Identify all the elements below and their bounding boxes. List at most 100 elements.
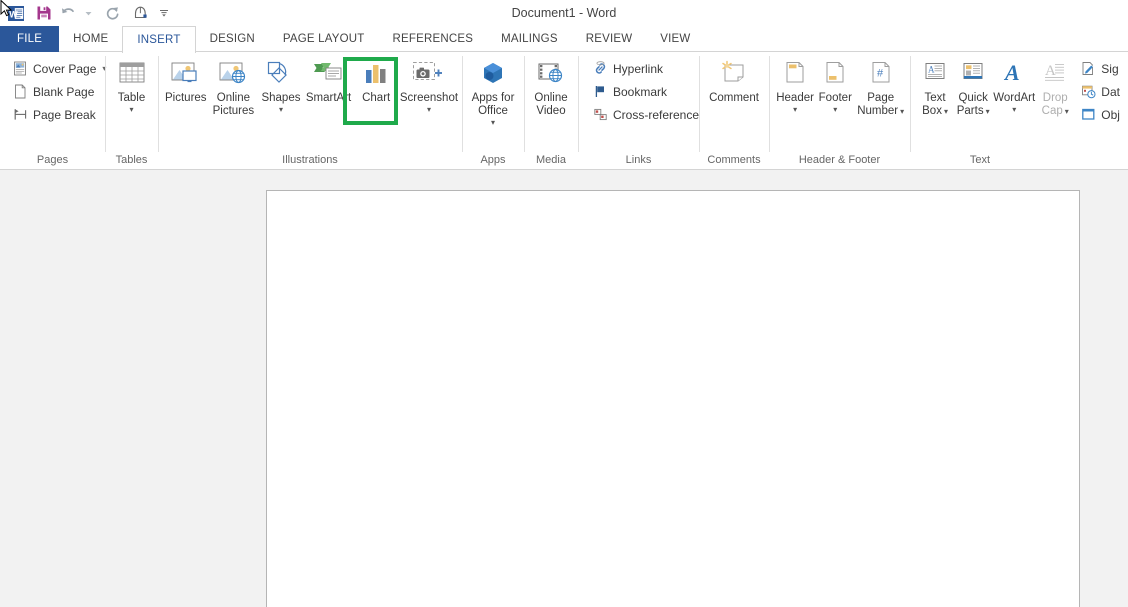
drop-cap-icon: A (1040, 58, 1070, 92)
shapes-button[interactable]: Shapes ▾ (257, 55, 305, 114)
ribbon-tab-strip: FILE HOME INSERT DESIGN PAGE LAYOUT REFE… (0, 26, 1128, 53)
wordart-button[interactable]: A WordArt ▾ (992, 55, 1036, 114)
text-box-label: Text (924, 92, 946, 104)
bookmark-button[interactable]: Bookmark (588, 81, 703, 102)
bookmark-label: Bookmark (613, 84, 668, 99)
bookmark-icon (592, 84, 608, 100)
drop-cap-button[interactable]: A Drop Cap ▾ (1036, 55, 1074, 118)
page-break-button[interactable]: Page Break (8, 104, 110, 125)
group-label-media: Media (536, 154, 566, 166)
drop-cap-label2: Cap (1041, 105, 1063, 117)
tab-mailings[interactable]: MAILINGS (487, 26, 572, 52)
quick-parts-label2: Parts (956, 105, 984, 117)
header-button[interactable]: Header ▾ (775, 55, 815, 114)
smartart-button[interactable]: SmartArt (305, 55, 353, 105)
wordart-caret-icon[interactable]: ▾ (1012, 105, 1016, 114)
screenshot-button[interactable]: Screenshot ▾ (400, 55, 458, 114)
ribbon-group-header-footer: Header ▾ Footer ▾ # Page Number ▾ Header… (769, 52, 910, 170)
svg-text:A: A (1045, 63, 1056, 79)
comment-button[interactable]: Comment (704, 55, 764, 105)
online-pictures-label: Online (216, 92, 251, 104)
tab-home[interactable]: HOME (59, 26, 122, 52)
date-time-label: Dat (1101, 84, 1120, 99)
undo-icon[interactable] (58, 1, 78, 25)
signature-line-icon (1080, 61, 1096, 77)
apps-for-office-caret-icon[interactable]: ▾ (491, 118, 495, 127)
tab-page-layout[interactable]: PAGE LAYOUT (269, 26, 379, 52)
wordart-label: WordArt (993, 92, 1036, 104)
quick-access-toolbar: W (0, 0, 174, 26)
footer-button[interactable]: Footer ▾ (815, 55, 855, 114)
tab-design[interactable]: DESIGN (196, 26, 269, 52)
signature-line-label: Sig (1101, 61, 1119, 76)
text-box-caret-icon[interactable]: ▾ (944, 107, 948, 116)
page-number-button[interactable]: # Page Number ▾ (855, 55, 906, 118)
save-icon[interactable] (30, 1, 58, 25)
signature-line-button[interactable]: Sig (1076, 58, 1124, 79)
wordart-icon: A (999, 58, 1029, 92)
cover-page-button[interactable]: Cover Page ▾ (8, 58, 110, 79)
online-video-button[interactable]: Online Video (528, 55, 574, 118)
table-button[interactable]: Table ▾ (109, 55, 154, 114)
tab-review[interactable]: REVIEW (572, 26, 647, 52)
drop-cap-caret-icon[interactable]: ▾ (1065, 107, 1069, 116)
touch-mouse-mode-icon[interactable] (126, 1, 154, 25)
cover-page-label: Cover Page (33, 61, 97, 76)
screenshot-icon (409, 58, 449, 92)
shapes-label: Shapes (261, 92, 301, 104)
table-caret-icon[interactable]: ▾ (129, 105, 133, 114)
smartart-icon (312, 58, 346, 92)
footer-caret-icon[interactable]: ▾ (833, 105, 837, 114)
chart-button[interactable]: Chart (352, 55, 400, 105)
text-box-button[interactable]: A Text Box ▾ (916, 55, 954, 118)
comment-label: Comment (709, 92, 759, 104)
shapes-caret-icon[interactable]: ▾ (279, 105, 283, 114)
tab-view[interactable]: VIEW (646, 26, 704, 52)
text-box-label2: Box (922, 105, 942, 117)
pictures-label: Pictures (165, 92, 207, 104)
hyperlink-label: Hyperlink (613, 61, 664, 76)
footer-label: Footer (818, 92, 852, 104)
ribbon-group-illustrations: Pictures Online Pictures Shapes ▾ SmartA… (158, 52, 462, 170)
comment-icon (718, 58, 750, 92)
blank-page-label: Blank Page (33, 84, 95, 99)
group-label-comments: Comments (707, 154, 761, 166)
quick-parts-caret-icon[interactable]: ▾ (986, 107, 990, 116)
undo-dropdown-icon[interactable] (78, 1, 98, 25)
tab-references[interactable]: REFERENCES (379, 26, 488, 52)
group-label-links: Links (625, 154, 652, 166)
mouse-cursor-icon (0, 0, 13, 17)
ribbon-group-tables: Table ▾ Tables (105, 52, 158, 170)
group-label-header-footer: Header & Footer (798, 154, 881, 166)
ribbon-group-text: A Text Box ▾ Quick Parts ▾ A WordArt ▾ A… (910, 52, 1128, 170)
pictures-button[interactable]: Pictures (162, 55, 210, 105)
quick-parts-button[interactable]: Quick Parts ▾ (954, 55, 992, 118)
object-button[interactable]: Obj (1076, 104, 1124, 125)
svg-text:A: A (928, 65, 935, 75)
screenshot-caret-icon[interactable]: ▾ (427, 105, 431, 114)
header-label: Header (776, 92, 814, 104)
apps-for-office-button[interactable]: Apps for Office ▾ (466, 55, 520, 127)
group-label-text: Text (969, 154, 991, 166)
online-video-label: Online (534, 92, 568, 104)
header-caret-icon[interactable]: ▾ (793, 105, 797, 114)
document-page[interactable] (266, 190, 1080, 607)
svg-text:#: # (877, 68, 884, 80)
blank-page-button[interactable]: Blank Page (8, 81, 110, 102)
online-pictures-button[interactable]: Online Pictures (210, 55, 258, 118)
table-icon (116, 58, 148, 92)
group-label-illustrations: Illustrations (282, 154, 338, 166)
hyperlink-button[interactable]: Hyperlink (588, 58, 703, 79)
blank-page-icon (12, 84, 28, 100)
online-pictures-icon (217, 58, 250, 92)
chart-icon (361, 58, 391, 92)
tab-insert[interactable]: INSERT (122, 26, 196, 53)
redo-icon[interactable] (98, 1, 126, 25)
date-time-button[interactable]: Dat (1076, 81, 1124, 102)
online-video-label2: Video (536, 105, 566, 117)
cross-reference-button[interactable]: Cross-reference (588, 104, 703, 125)
customize-qat-icon[interactable] (154, 1, 174, 25)
page-number-caret-icon[interactable]: ▾ (900, 107, 904, 116)
tab-file[interactable]: FILE (0, 26, 60, 52)
screenshot-label: Screenshot (399, 92, 459, 104)
